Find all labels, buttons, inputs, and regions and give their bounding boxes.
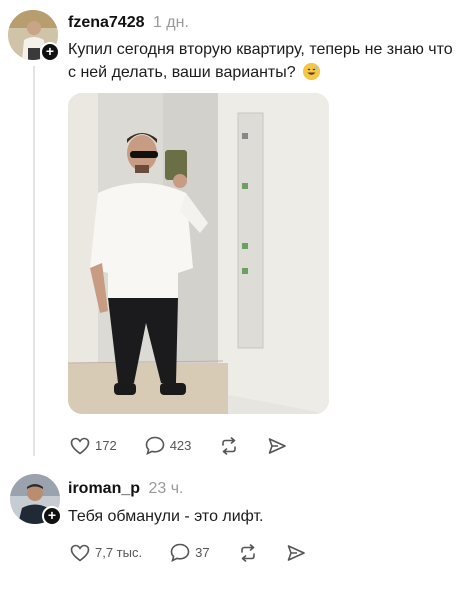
post-repost-button[interactable] — [219, 436, 239, 455]
reply-username[interactable]: iroman_p — [68, 480, 140, 497]
repost-icon — [222, 436, 237, 455]
post-photo[interactable] — [68, 93, 329, 414]
post-author-avatar[interactable]: + — [8, 10, 60, 62]
post-username[interactable]: fzena7428 — [68, 14, 145, 31]
reply-text: Тебя обманули - это лифт. — [68, 508, 264, 525]
post-like-button[interactable]: 172 — [70, 437, 117, 455]
reply-share-button[interactable] — [286, 544, 306, 562]
comment-icon — [145, 436, 165, 455]
reply-like-button[interactable]: 7,7 тыс. — [70, 544, 142, 562]
reply-timestamp: 23 ч. — [148, 480, 184, 497]
post-timestamp: 1 дн. — [152, 14, 189, 31]
follow-plus-icon[interactable]: + — [42, 506, 62, 526]
post-actions: 172 423 — [70, 436, 315, 455]
post-comment-button[interactable]: 423 — [145, 436, 192, 455]
share-icon — [269, 437, 287, 454]
reply-repost-button[interactable] — [238, 543, 258, 562]
post-comments-count: 423 — [169, 438, 192, 453]
grinning-sweat-emoji-icon — [303, 63, 321, 80]
reply-header: iroman_p 23 ч. — [68, 480, 184, 498]
post-header: fzena7428 1 дн. — [68, 14, 189, 32]
repost-icon — [240, 543, 255, 562]
thread-line — [33, 66, 35, 456]
follow-plus-icon[interactable]: + — [40, 42, 60, 62]
reply-actions: 7,7 тыс. 37 — [70, 543, 334, 562]
reply-comment-button[interactable]: 37 — [170, 543, 210, 562]
heart-icon — [70, 437, 90, 455]
share-icon — [287, 544, 305, 561]
comment-icon — [170, 543, 190, 562]
post-text: Купил сегодня вторую квартиру, теперь не… — [68, 41, 453, 81]
post-text-block: Купил сегодня вторую квартиру, теперь не… — [68, 38, 460, 84]
heart-icon — [70, 544, 90, 562]
post-likes-count: 172 — [95, 438, 117, 453]
reply-likes-count: 7,7 тыс. — [95, 545, 143, 560]
reply-author-avatar[interactable]: + — [10, 474, 62, 526]
post-share-button[interactable] — [267, 437, 287, 455]
reply-comments-count: 37 — [195, 545, 210, 560]
